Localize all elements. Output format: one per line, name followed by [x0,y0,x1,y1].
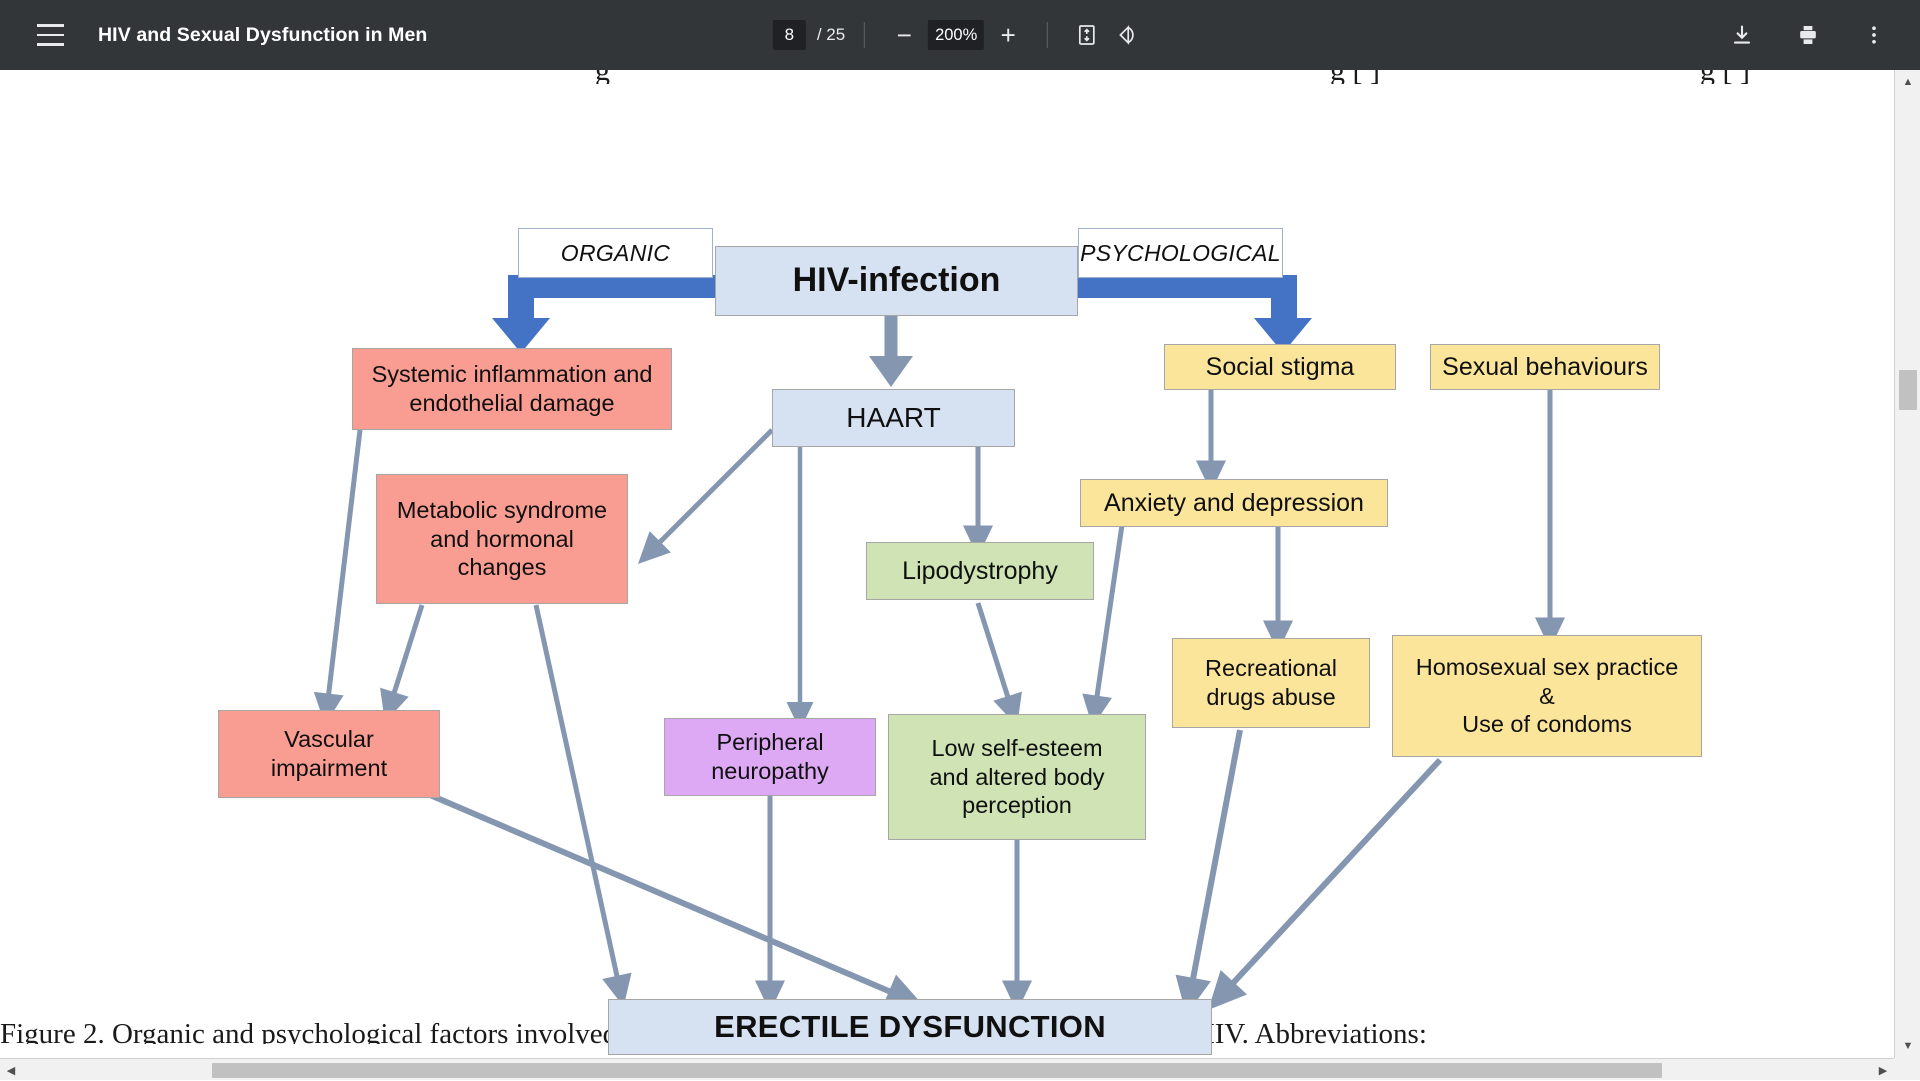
zoom-in-button[interactable]: + [988,15,1028,55]
scroll-down-arrow-icon[interactable]: ▼ [1895,1034,1920,1058]
zoom-level-value[interactable]: 200% [928,20,984,50]
node-line: Use of condoms [1416,710,1679,739]
node-low-self-esteem[interactable]: Low self-esteem and altered body percept… [888,714,1146,840]
horizontal-scrollbar[interactable]: ◀ ▶ [0,1058,1894,1080]
node-line: Peripheral [711,728,829,757]
node-line: and altered body [929,763,1104,792]
node-line: endothelial damage [372,389,653,418]
scroll-left-arrow-icon[interactable]: ◀ [0,1059,22,1081]
node-psychological[interactable]: PSYCHOLOGICAL [1078,228,1283,278]
scrollbar-corner [1894,1058,1920,1080]
node-line: drugs abuse [1205,683,1337,712]
node-metabolic-syndrome[interactable]: Metabolic syndrome and hormonal changes [376,474,628,604]
page-number-input[interactable] [773,20,806,50]
node-peripheral-neuropathy[interactable]: Peripheral neuropathy [664,718,876,796]
print-icon[interactable] [1788,15,1828,55]
node-homosexual-practice[interactable]: Homosexual sex practice & Use of condoms [1392,635,1702,757]
node-line: and hormonal [397,525,607,554]
node-hiv-infection[interactable]: HIV-infection [715,246,1078,316]
node-line: Vascular [271,725,387,754]
node-vascular-impairment[interactable]: Vascular impairment [218,710,440,798]
node-organic[interactable]: ORGANIC [518,228,713,278]
node-recreational-drugs[interactable]: Recreational drugs abuse [1172,638,1370,728]
rotate-icon[interactable] [1107,15,1147,55]
download-icon[interactable] [1722,15,1762,55]
node-line: changes [397,553,607,582]
document-title: HIV and Sexual Dysfunction in Men [98,24,427,47]
toolbar-right-actions [1722,15,1894,55]
pdf-page-viewport: g g [ ] g [ ] [0,70,1894,1058]
node-haart[interactable]: HAART [772,389,1015,447]
node-erectile-dysfunction[interactable]: ERECTILE DYSFUNCTION [608,999,1212,1055]
figure-flowchart: ORGANIC PSYCHOLOGICAL HIV-infection Syst… [0,70,1894,1058]
more-vertical-icon[interactable] [1854,15,1894,55]
node-lipodystrophy[interactable]: Lipodystrophy [866,542,1094,600]
page-total-label: / 25 [817,25,845,45]
node-line: Recreational [1205,654,1337,683]
pdf-viewer-toolbar: HIV and Sexual Dysfunction in Men / 25 −… [0,0,1920,70]
node-line: perception [929,791,1104,820]
toolbar-divider-1 [864,22,865,48]
node-line: Metabolic syndrome [397,496,607,525]
node-line: Low self-esteem [929,734,1104,763]
node-line: neuropathy [711,757,829,786]
node-line: impairment [271,754,387,783]
horizontal-scroll-thumb[interactable] [212,1063,1662,1078]
scroll-up-arrow-icon[interactable]: ▲ [1895,70,1920,94]
fit-to-page-icon[interactable] [1067,15,1107,55]
vertical-scroll-thumb[interactable] [1899,370,1917,410]
scroll-right-arrow-icon[interactable]: ▶ [1872,1059,1894,1081]
node-line: Systemic inflammation and [372,360,653,389]
vertical-scrollbar[interactable]: ▲ ▼ [1894,70,1920,1058]
hamburger-menu-icon[interactable] [24,9,76,61]
page-navigation-controls: / 25 − 200% + [773,0,1147,70]
zoom-out-button[interactable]: − [884,15,924,55]
toolbar-divider-2 [1047,22,1048,48]
node-social-stigma[interactable]: Social stigma [1164,344,1396,390]
node-anxiety-depression[interactable]: Anxiety and depression [1080,479,1388,527]
node-line: Homosexual sex practice [1416,653,1679,682]
node-line: & [1416,682,1679,711]
node-systemic-inflammation[interactable]: Systemic inflammation and endothelial da… [352,348,672,430]
node-sexual-behaviours[interactable]: Sexual behaviours [1430,344,1660,390]
